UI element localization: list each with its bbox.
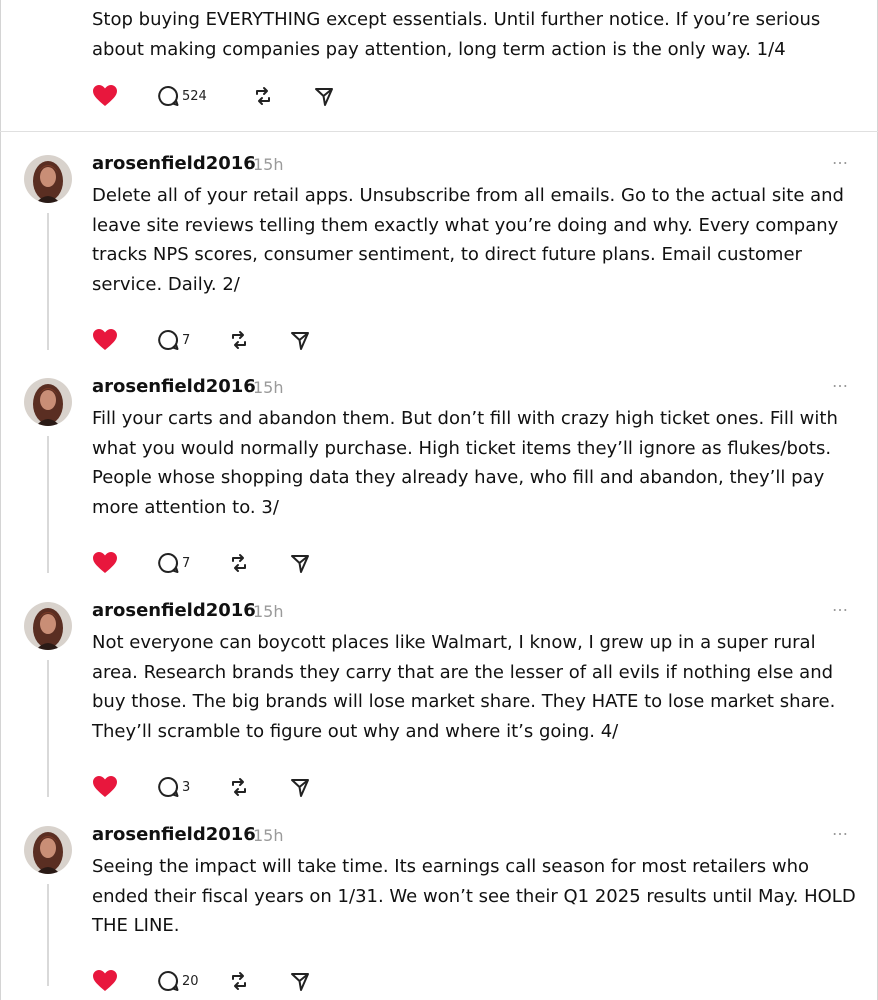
like-button[interactable]	[92, 84, 118, 108]
timestamp: 15h	[253, 826, 284, 845]
timestamp: 15h	[253, 155, 284, 174]
share-icon	[315, 88, 333, 106]
more-icon[interactable]: …	[832, 820, 849, 839]
like-button[interactable]	[92, 775, 118, 799]
more-icon[interactable]: …	[832, 596, 849, 615]
more-icon[interactable]: …	[832, 149, 849, 168]
heart-icon	[93, 970, 117, 991]
reply-text: Not everyone can boycott places like Wal…	[92, 632, 836, 742]
repost-button[interactable]	[228, 551, 250, 575]
reply-actions: 20	[92, 969, 352, 993]
repost-button[interactable]	[252, 84, 274, 108]
repost-icon	[232, 972, 246, 990]
share-icon	[291, 555, 309, 573]
avatar[interactable]	[24, 155, 72, 203]
comment-button[interactable]: 524	[156, 84, 207, 108]
post-actions: 524	[92, 84, 352, 108]
thread-line	[47, 884, 49, 986]
reply-count: 524	[182, 88, 207, 104]
reply-text: Fill your carts and abandon them. But do…	[92, 408, 838, 518]
comment-button[interactable]: 7	[156, 328, 190, 352]
reply-count: 7	[182, 555, 191, 571]
heart-icon	[93, 776, 117, 797]
thread-line	[47, 660, 49, 797]
reply-count: 7	[182, 332, 191, 348]
reply-item: arosenfield2016 15h … Delete all of your…	[0, 149, 878, 358]
share-button[interactable]	[290, 551, 310, 575]
share-button[interactable]	[290, 969, 310, 993]
reply-count: 3	[182, 779, 191, 795]
reply-count: 20	[182, 973, 199, 989]
heart-icon	[93, 552, 117, 573]
username[interactable]: arosenfield2016	[92, 824, 256, 845]
share-button[interactable]	[290, 775, 310, 799]
timestamp: 15h	[253, 378, 284, 397]
comment-icon	[158, 776, 179, 797]
share-icon	[291, 973, 309, 991]
post-divider	[0, 131, 878, 132]
thread-line	[47, 436, 49, 573]
share-icon	[291, 332, 309, 350]
username[interactable]: arosenfield2016	[92, 376, 256, 397]
reply-text: Seeing the impact will take time. Its ea…	[92, 856, 856, 936]
share-button[interactable]	[290, 328, 310, 352]
heart-icon	[93, 329, 117, 350]
post-text: Stop buying EVERYTHING except essentials…	[92, 9, 821, 60]
comment-icon	[158, 552, 179, 573]
thread-line	[47, 213, 49, 350]
like-button[interactable]	[92, 969, 118, 993]
reply-actions: 3	[92, 775, 352, 799]
reply-actions: 7	[92, 551, 352, 575]
comment-icon	[158, 85, 179, 106]
avatar[interactable]	[24, 826, 72, 874]
share-icon	[291, 779, 309, 797]
share-button[interactable]	[314, 84, 334, 108]
repost-icon	[232, 778, 246, 796]
repost-icon	[232, 331, 246, 349]
comment-button[interactable]: 20	[156, 969, 199, 993]
comment-icon	[158, 970, 179, 991]
repost-button[interactable]	[228, 328, 250, 352]
reply-item: arosenfield2016 15h … Not everyone can b…	[0, 596, 878, 805]
first-post: Stop buying EVERYTHING except essentials…	[0, 0, 878, 131]
username[interactable]: arosenfield2016	[92, 600, 256, 621]
repost-button[interactable]	[228, 969, 250, 993]
avatar[interactable]	[24, 602, 72, 650]
heart-icon	[93, 85, 117, 106]
comment-button[interactable]: 3	[156, 775, 190, 799]
repost-icon	[232, 554, 246, 572]
comment-button[interactable]: 7	[156, 551, 190, 575]
repost-button[interactable]	[228, 775, 250, 799]
like-button[interactable]	[92, 328, 118, 352]
more-icon[interactable]: …	[832, 372, 849, 391]
repost-icon	[256, 87, 270, 105]
comment-icon	[158, 329, 179, 350]
reply-actions: 7	[92, 328, 352, 352]
username[interactable]: arosenfield2016	[92, 153, 256, 174]
reply-item: arosenfield2016 15h … Fill your carts an…	[0, 372, 878, 581]
avatar[interactable]	[24, 378, 72, 426]
timestamp: 15h	[253, 602, 284, 621]
reply-item: arosenfield2016 15h … Seeing the impact …	[0, 820, 878, 999]
reply-text: Delete all of your retail apps. Unsubscr…	[92, 185, 844, 295]
like-button[interactable]	[92, 551, 118, 575]
